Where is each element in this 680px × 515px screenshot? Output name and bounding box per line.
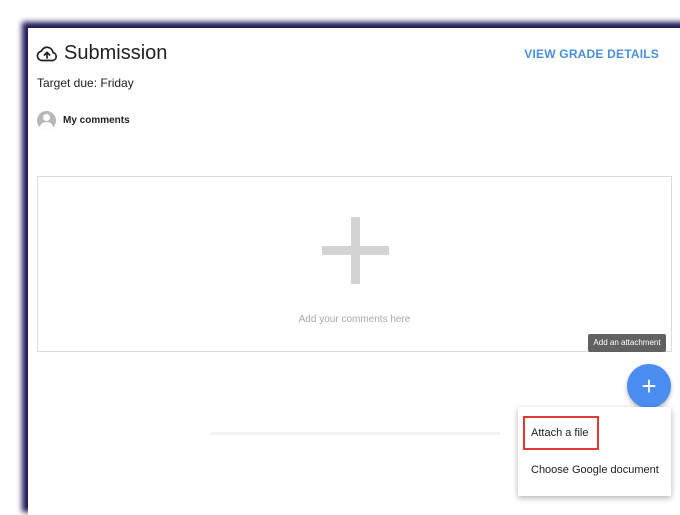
- add-comment-plus-icon-bar: [322, 246, 389, 255]
- menu-item-choose-google-document[interactable]: Choose Google document: [531, 464, 659, 476]
- page-title: Submission: [64, 42, 168, 64]
- my-comments-label: My comments: [63, 115, 130, 126]
- view-grade-details-link[interactable]: VIEW GRADE DETAILS: [524, 47, 659, 61]
- my-comments-header: My comments: [37, 111, 130, 130]
- due-date-text: Target due: Friday: [37, 76, 134, 90]
- add-attachment-button[interactable]: +: [627, 364, 671, 408]
- comment-placeholder: Add your comments here: [298, 314, 411, 325]
- person-avatar-icon: [37, 111, 56, 130]
- cloud-upload-icon: [36, 45, 58, 63]
- add-attachment-tooltip: Add an attachment: [588, 334, 666, 352]
- divider: [210, 432, 500, 435]
- highlight-box: [523, 416, 599, 450]
- comment-input-area[interactable]: Add your comments here: [37, 176, 672, 352]
- screen: Submission VIEW GRADE DETAILS Target due…: [0, 0, 680, 515]
- submission-header: Submission: [36, 42, 167, 65]
